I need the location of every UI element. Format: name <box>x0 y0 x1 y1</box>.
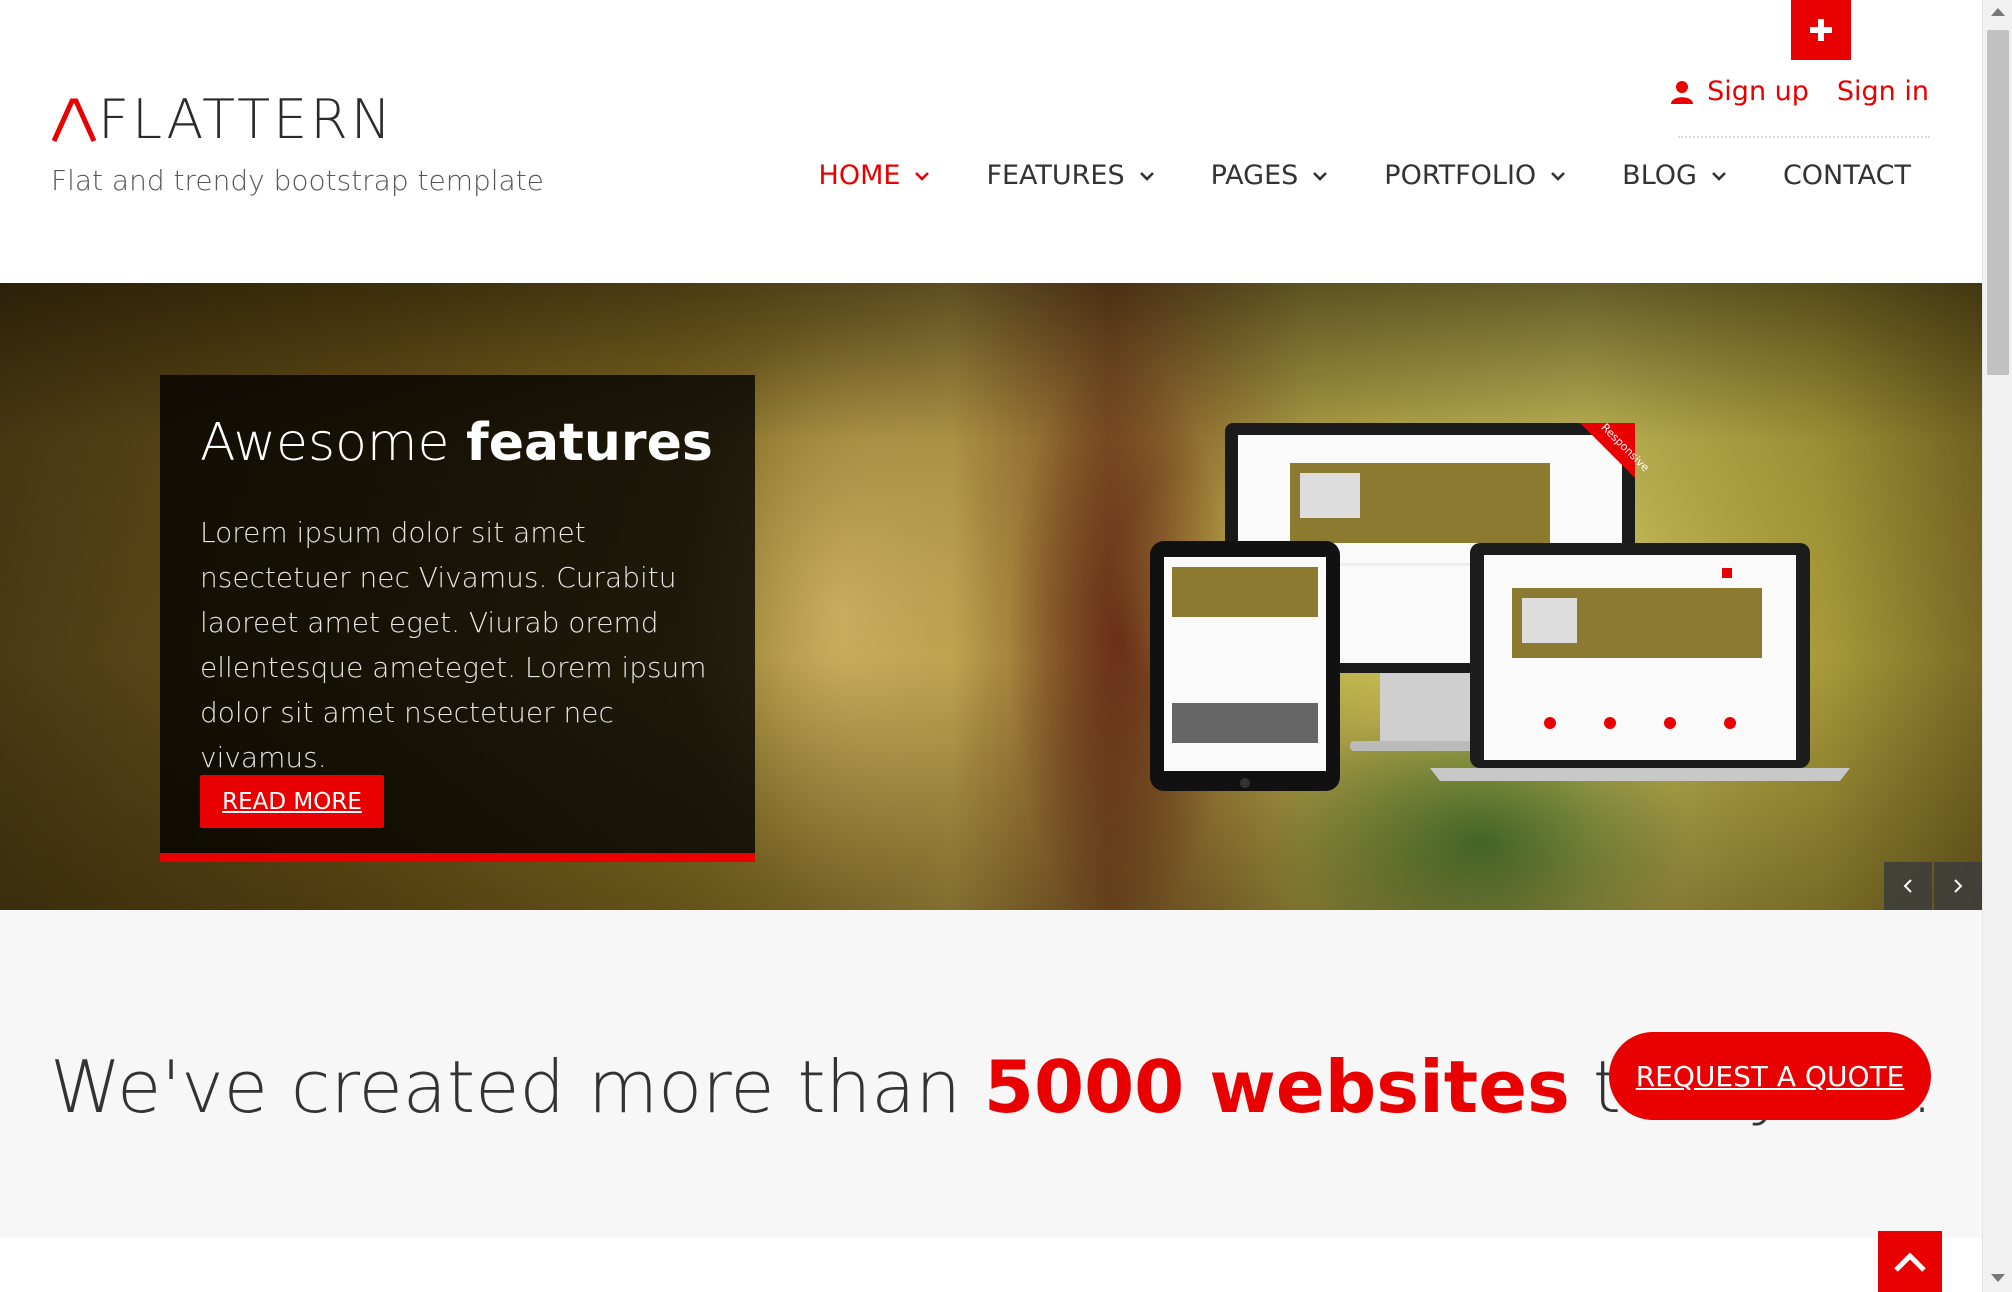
call-to-action: We've created more than 5000 websites th… <box>0 910 1982 1238</box>
nav-label: PAGES <box>1210 160 1299 191</box>
slide-text: Lorem ipsum dolor sit amet nsectetuer ne… <box>200 516 707 774</box>
slide-title-bold: features <box>466 413 713 473</box>
chevron-left-icon <box>1903 879 1912 893</box>
chevron-right-icon <box>1954 879 1963 893</box>
slider-prev-button[interactable] <box>1884 862 1932 910</box>
nav-label: CONTACT <box>1782 160 1911 191</box>
chevron-down-icon <box>1139 171 1154 181</box>
nav-label: FEATURES <box>986 160 1125 191</box>
main-nav: HOME FEATURES PAGES PORTFOLIO BLOG CONTA… <box>763 160 1911 191</box>
nav-item-contact[interactable]: CONTACT <box>1783 160 1911 191</box>
hero-slider: Awesome features Lorem ipsum dolor sit a… <box>0 283 1982 910</box>
nav-item-portfolio[interactable]: PORTFOLIO <box>1384 160 1566 191</box>
chevron-up-icon <box>1894 1251 1926 1272</box>
page-scrollbar[interactable] <box>1982 0 2012 1292</box>
slider-controls <box>1882 862 1982 910</box>
scroll-down-arrow-icon[interactable] <box>1991 1274 2005 1282</box>
cta-text-before: We've created more than <box>50 1045 984 1129</box>
plus-icon <box>1810 19 1832 41</box>
signup-label: Sign up <box>1707 76 1809 107</box>
read-more-button[interactable]: READ MORE <box>200 775 384 828</box>
chevron-down-icon <box>1712 171 1726 181</box>
signin-link[interactable]: Sign in <box>1837 76 1929 107</box>
slide-title: Awesome features <box>200 413 713 473</box>
chevron-down-icon <box>915 171 930 181</box>
logo-mark-icon <box>52 98 96 143</box>
nav-label: PORTFOLIO <box>1384 160 1537 191</box>
chevron-down-icon <box>1313 171 1328 181</box>
logo-text: FLATTERN <box>98 88 395 151</box>
nav-item-features[interactable]: FEATURES <box>986 160 1154 191</box>
slide-title-light: Awesome <box>200 413 450 473</box>
nav-item-home[interactable]: HOME <box>819 160 931 191</box>
logo[interactable]: FLATTERN <box>52 88 395 151</box>
signup-link[interactable]: Sign up <box>1671 76 1809 107</box>
user-links: Sign up Sign in <box>1671 76 1929 107</box>
devices-mockup-image: Responsive <box>1150 423 1850 791</box>
cta-highlight: 5000 websites <box>983 1045 1570 1129</box>
user-icon <box>1671 80 1694 104</box>
plus-tab-button[interactable] <box>1791 0 1851 60</box>
nav-item-pages[interactable]: PAGES <box>1211 160 1329 191</box>
chevron-down-icon <box>1551 171 1566 181</box>
user-links-divider <box>1678 136 1930 138</box>
site-header: FLATTERN Flat and trendy bootstrap templ… <box>0 0 1982 283</box>
request-quote-button[interactable]: REQUEST A QUOTE <box>1609 1032 1931 1120</box>
tagline: Flat and trendy bootstrap template <box>51 164 544 197</box>
slide-caption: Awesome features Lorem ipsum dolor sit a… <box>160 375 755 862</box>
back-to-top-button[interactable] <box>1878 1231 1942 1292</box>
nav-item-blog[interactable]: BLOG <box>1622 160 1727 191</box>
scroll-thumb[interactable] <box>1987 30 2009 375</box>
nav-label: BLOG <box>1622 160 1697 191</box>
scroll-up-arrow-icon[interactable] <box>1991 8 2005 16</box>
slider-next-button[interactable] <box>1934 862 1982 910</box>
nav-label: HOME <box>818 160 901 191</box>
